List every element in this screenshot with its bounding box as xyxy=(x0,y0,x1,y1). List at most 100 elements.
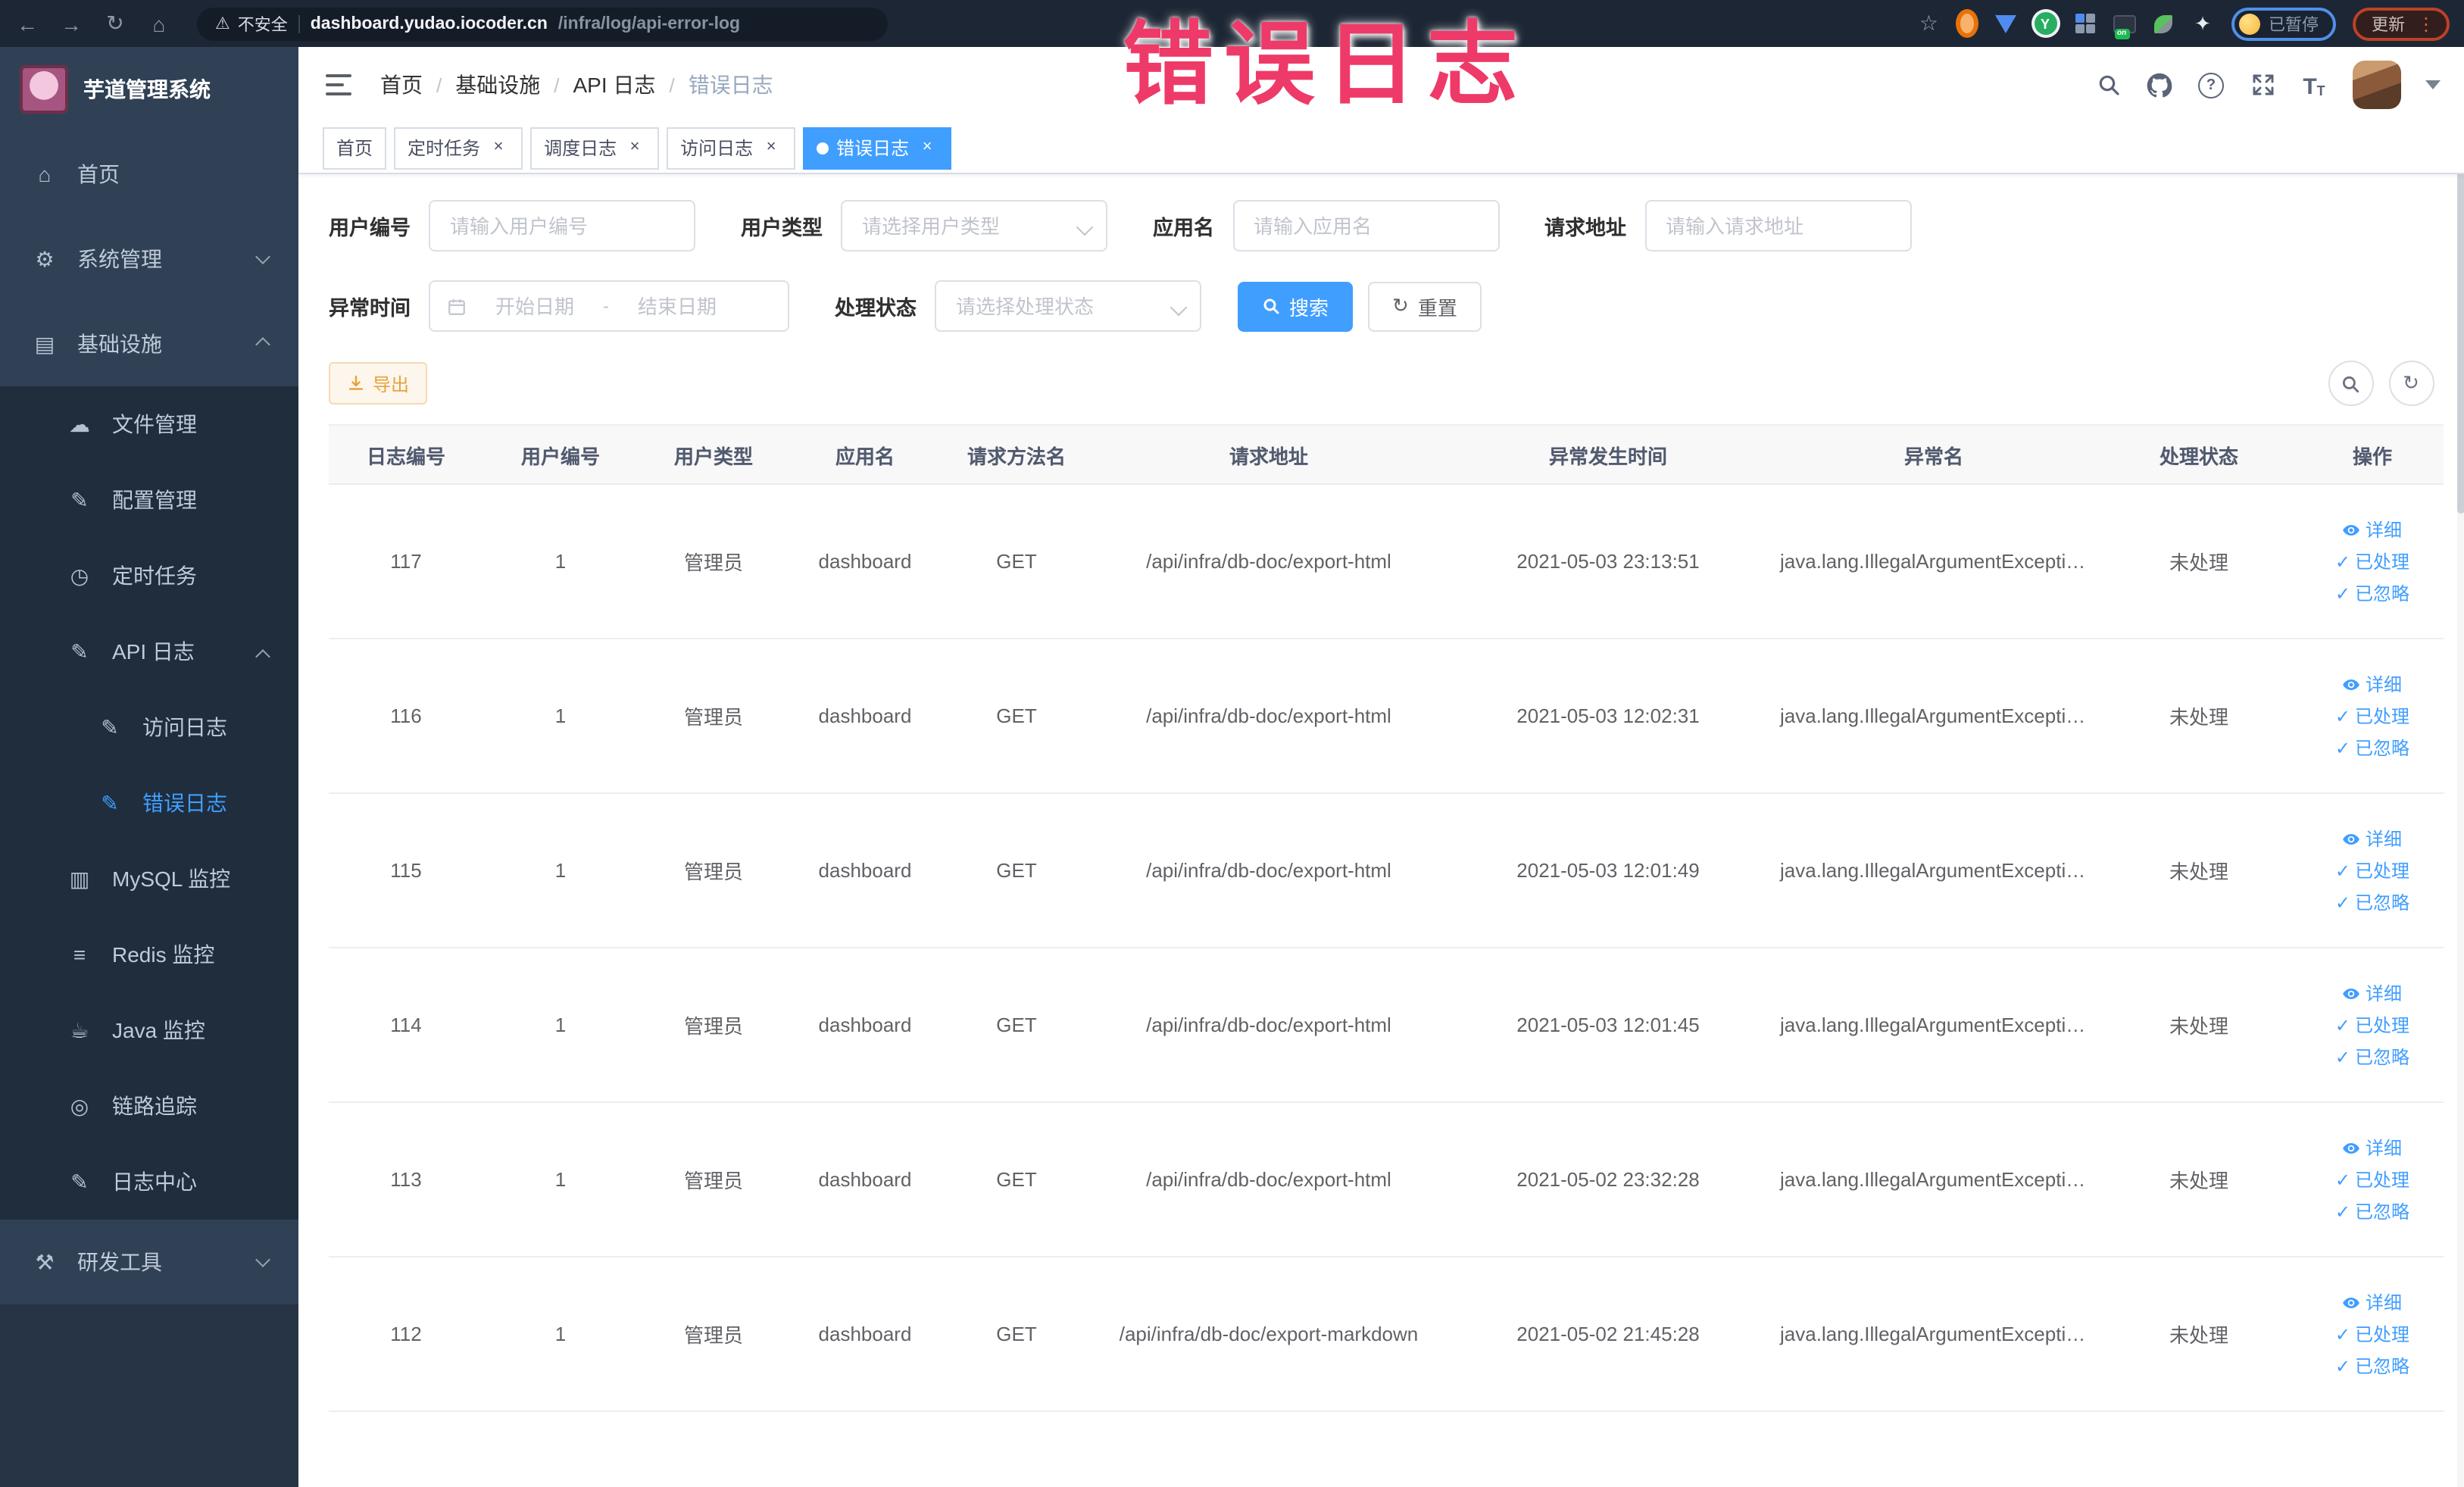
action-detail-link[interactable]: 详细 xyxy=(2343,520,2402,539)
browser-menu-dots-icon[interactable]: ⋮ xyxy=(2417,13,2435,34)
action-detail-link[interactable]: 详细 xyxy=(2343,1139,2402,1157)
sidebar-item-3[interactable]: ☁ 文件管理 xyxy=(0,386,298,462)
tag-2[interactable]: 调度日志 × xyxy=(530,127,660,169)
action-ignored-link[interactable]: ✓ 已忽略 xyxy=(2335,739,2409,757)
browser-update-button[interactable]: 更新 ⋮ xyxy=(2352,7,2449,40)
date-start-input xyxy=(477,293,592,319)
browser-forward-icon[interactable]: → xyxy=(59,11,83,36)
avatar-caret-icon[interactable] xyxy=(2425,80,2440,89)
url-domain: dashboard.yudao.iocoder.cn xyxy=(310,14,548,33)
sidebar-item-label: 研发工具 xyxy=(77,1250,162,1274)
bookmark-star-icon[interactable]: ☆ xyxy=(1919,11,1938,36)
date-range-picker[interactable]: - xyxy=(429,280,789,332)
action-processed-link[interactable]: ✓ 已处理 xyxy=(2335,1325,2409,1343)
action-detail-link[interactable]: 详细 xyxy=(2343,984,2402,1002)
search-icon[interactable] xyxy=(2094,71,2122,98)
extension-green-y-icon[interactable]: Y xyxy=(2034,12,2056,35)
action-processed-link[interactable]: ✓ 已处理 xyxy=(2335,1016,2409,1034)
address-bar[interactable]: ⚠ 不安全 dashboard.yudao.iocoder.cn/infra/l… xyxy=(197,7,888,40)
scrollbar-thumb[interactable] xyxy=(2456,135,2464,514)
breadcrumb-item-2[interactable]: API 日志 xyxy=(573,70,656,100)
action-ignored-link[interactable]: ✓ 已忽略 xyxy=(2335,1048,2409,1066)
close-icon[interactable]: × xyxy=(760,137,782,158)
action-processed-link[interactable]: ✓ 已处理 xyxy=(2335,1170,2409,1189)
request-url-input[interactable] xyxy=(1644,200,1911,251)
breadcrumb-item-0[interactable]: 首页 xyxy=(380,70,423,100)
action-processed-link[interactable]: ✓ 已处理 xyxy=(2335,861,2409,879)
action-ignored-link[interactable]: ✓ 已忽略 xyxy=(2335,1202,2409,1220)
extension-switch-icon[interactable]: on xyxy=(2113,12,2135,39)
action-processed-link[interactable]: ✓ 已处理 xyxy=(2335,552,2409,570)
app-header: 首页 / 基础设施 / API 日志 / 错误日志 ? TT xyxy=(298,47,2464,123)
not-secure-badge[interactable]: ⚠ 不安全 xyxy=(215,11,288,36)
extension-orange-icon[interactable] xyxy=(1955,9,1978,38)
action-detail-link[interactable]: 详细 xyxy=(2343,675,2402,693)
sidebar-item-4[interactable]: ✎ 配置管理 xyxy=(0,462,298,538)
extension-shield-icon[interactable] xyxy=(1994,12,2017,35)
sidebar-item-0[interactable]: ⌂ 首页 xyxy=(0,132,298,217)
export-button[interactable]: 导出 xyxy=(329,362,428,405)
sidebar-item-8[interactable]: ✎ 错误日志 xyxy=(0,765,298,841)
sidebar-item-12[interactable]: ◎ 链路追踪 xyxy=(0,1068,298,1144)
action-label: 详细 xyxy=(2365,1137,2402,1158)
action-ignored-link[interactable]: ✓ 已忽略 xyxy=(2335,584,2409,602)
tag-label: 错误日志 xyxy=(836,138,910,159)
browser-reload-icon[interactable]: ↻ xyxy=(103,11,127,36)
user-avatar[interactable] xyxy=(2352,61,2400,109)
breadcrumb-item-1[interactable]: 基础设施 xyxy=(455,70,540,100)
user-type-select[interactable] xyxy=(841,200,1107,251)
sidebar-item-2[interactable]: ▤ 基础设施 xyxy=(0,301,298,386)
cell-113-5: /api/infra/db-doc/export-html xyxy=(1092,1102,1445,1257)
help-icon[interactable]: ? xyxy=(2197,71,2225,98)
sidebar-item-7[interactable]: ✎ 访问日志 xyxy=(0,689,298,765)
action-processed-link[interactable]: ✓ 已处理 xyxy=(2335,707,2409,725)
close-icon[interactable]: × xyxy=(488,137,509,158)
sidebar-item-14[interactable]: ⚒ 研发工具 xyxy=(0,1220,298,1304)
app-logo[interactable]: 芋道管理系统 xyxy=(0,47,298,132)
refresh-button[interactable]: ↻ xyxy=(2388,361,2434,406)
eye-icon xyxy=(2343,984,2361,1002)
action-label: 详细 xyxy=(2365,828,2402,849)
action-detail-link[interactable]: 详细 xyxy=(2343,829,2402,848)
tag-3[interactable]: 访问日志 × xyxy=(667,127,796,169)
sidebar-item-5[interactable]: ◷ 定时任务 xyxy=(0,538,298,614)
action-ignored-link[interactable]: ✓ 已忽略 xyxy=(2335,1357,2409,1375)
app-name-input[interactable] xyxy=(1232,200,1499,251)
fullscreen-icon[interactable] xyxy=(2249,71,2276,98)
extension-grid-icon[interactable] xyxy=(2073,12,2096,35)
sidebar-item-13[interactable]: ✎ 日志中心 xyxy=(0,1144,298,1220)
mysql-monitor-icon: ▥ xyxy=(69,866,90,890)
browser-back-icon[interactable]: ← xyxy=(15,11,39,36)
close-icon[interactable]: × xyxy=(917,137,938,158)
github-icon[interactable] xyxy=(2146,71,2173,98)
sidebar-item-label: API 日志 xyxy=(112,639,195,664)
extension-pin-icon[interactable]: ✦ xyxy=(2191,11,2214,35)
sidebar-item-11[interactable]: ☕ Java 监控 xyxy=(0,992,298,1068)
search-button[interactable]: 搜索 xyxy=(1238,281,1354,331)
action-ignored-link[interactable]: ✓ 已忽略 xyxy=(2335,893,2409,911)
sidebar-item-6[interactable]: ✎ API 日志 xyxy=(0,614,298,689)
sidebar-item-1[interactable]: ⚙ 系统管理 xyxy=(0,217,298,301)
reset-button[interactable]: ↻ 重置 xyxy=(1368,281,1482,331)
user-id-input[interactable] xyxy=(429,200,695,251)
sidebar-item-10[interactable]: ≡ Redis 监控 xyxy=(0,917,298,992)
profile-paused-button[interactable]: 已暂停 xyxy=(2231,7,2335,40)
cell-115-actions: 详细 ✓ 已处理 ✓ 已忽略 xyxy=(2301,793,2444,948)
font-size-icon[interactable]: TT xyxy=(2300,71,2328,98)
cell-114-3: dashboard xyxy=(789,948,941,1103)
tag-0[interactable]: 首页 xyxy=(323,127,387,169)
toggle-search-button[interactable] xyxy=(2328,361,2373,406)
tag-4[interactable]: 错误日志 × xyxy=(803,127,952,169)
eye-icon xyxy=(2343,1293,2361,1311)
close-icon[interactable]: × xyxy=(624,137,645,158)
extension-leaf-icon[interactable] xyxy=(2152,12,2175,35)
cell-114-actions: 详细 ✓ 已处理 ✓ 已忽略 xyxy=(2301,948,2444,1103)
hamburger-icon[interactable] xyxy=(326,74,351,95)
trace-icon: ◎ xyxy=(70,1093,89,1117)
process-status-select[interactable] xyxy=(935,280,1201,332)
tag-1[interactable]: 定时任务 × xyxy=(394,127,523,169)
sidebar-item-9[interactable]: ▥ MySQL 监控 xyxy=(0,841,298,917)
paused-label: 已暂停 xyxy=(2269,16,2319,34)
browser-home-icon[interactable]: ⌂ xyxy=(147,11,171,36)
action-detail-link[interactable]: 详细 xyxy=(2343,1293,2402,1311)
